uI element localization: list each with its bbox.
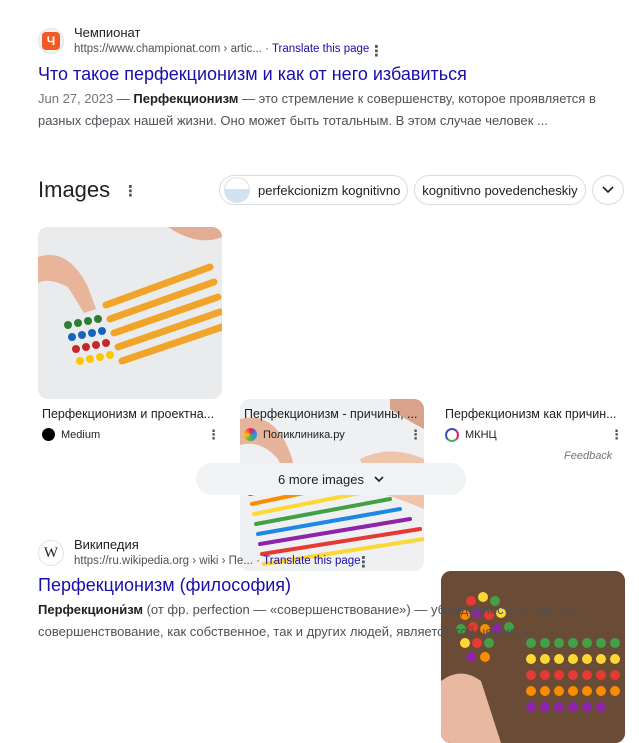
chip-label: kognitivno povedencheskiy — [422, 182, 578, 198]
image-card-2-more-icon[interactable]: ⋮ — [409, 428, 422, 441]
chip-kognitivno-povedencheskiy[interactable]: kognitivno povedencheskiy — [414, 175, 586, 205]
chips-scroll-button[interactable] — [592, 175, 624, 205]
more-images-button[interactable]: 6 more images — [196, 463, 466, 495]
result2-bold: Перфекциони́зм — [38, 602, 143, 617]
championat-logo-letter: Ч — [42, 32, 60, 50]
image-card-2-source[interactable]: Поликлиника.ру — [244, 428, 345, 441]
chip-thumbnail-icon — [224, 177, 250, 203]
image-card-2-title[interactable]: Перфекционизм - причины, ... — [244, 407, 420, 421]
result1-url[interactable]: https://www.championat.com › artic... — [74, 43, 262, 55]
championat-favicon: Ч — [38, 28, 64, 54]
more-images-label: 6 more images — [278, 471, 364, 487]
result2-snippet: Перфекциони́зм (от фр. perfection — «сов… — [38, 599, 598, 643]
result2-translate-link[interactable]: Translate this page — [263, 555, 360, 567]
result2-url-line: https://ru.wikipedia.org › wiki › Пе... … — [74, 555, 361, 567]
images-heading: Images — [38, 177, 111, 202]
mknc-logo-icon — [445, 428, 459, 442]
result1-dash: — — [113, 91, 134, 106]
result2-site-name: Википедия — [74, 537, 139, 552]
image-card-1-more-icon[interactable]: ⋮ — [207, 428, 220, 441]
result1-date: Jun 27, 2023 — [38, 91, 114, 106]
image-card-3-thumbnail[interactable] — [441, 571, 625, 743]
wikipedia-favicon: W — [38, 540, 64, 566]
candies-image — [441, 571, 625, 743]
image-card-3-more-icon[interactable]: ⋮ — [610, 428, 623, 441]
wikipedia-logo-letter: W — [43, 544, 59, 561]
chip-label: perfekcionizm kognitivno — [258, 182, 401, 198]
feedback-link[interactable]: Feedback — [564, 450, 612, 462]
image-card-1-title[interactable]: Перфекционизм и проектна... — [42, 407, 218, 421]
result2-more-options-icon[interactable]: ⋮ — [356, 555, 371, 570]
result1-url-line: https://www.championat.com › artic... · … — [74, 43, 370, 55]
result2-title-link[interactable]: Перфекционизм (философия) — [38, 575, 291, 596]
image-card-1-thumbnail[interactable] — [38, 227, 222, 399]
result1-more-options-icon[interactable]: ⋮ — [369, 44, 384, 59]
image-card-1-source[interactable]: Medium — [42, 428, 100, 441]
image-card-2-source-label: Поликлиника.ру — [263, 428, 345, 441]
image-card-3-title[interactable]: Перфекционизм как причин... — [445, 407, 621, 421]
medium-logo-icon — [42, 428, 55, 441]
images-more-options-icon[interactable]: ⋮ — [123, 184, 138, 199]
chevron-down-icon — [602, 186, 614, 194]
result1-bold: Перфекционизм — [133, 91, 239, 106]
image-card-3-source-label: МКНЦ — [465, 429, 497, 441]
pencils-pins-image — [38, 227, 222, 399]
result2-url[interactable]: https://ru.wikipedia.org › wiki › Пе... — [74, 555, 253, 567]
chip-perfekcionizm-kognitivno[interactable]: perfekcionizm kognitivno — [219, 175, 408, 205]
result1-snippet: Jun 27, 2023 — Перфекционизм — это стрем… — [38, 88, 598, 132]
result1-translate-link[interactable]: Translate this page — [272, 43, 369, 55]
image-card-3-source[interactable]: МКНЦ — [445, 428, 497, 442]
result1-title-link[interactable]: Что такое перфекционизм и как от него из… — [38, 64, 467, 85]
chevron-down-icon — [374, 475, 384, 482]
result1-site-name: Чемпионат — [74, 25, 141, 40]
image-card-1-source-label: Medium — [61, 428, 101, 441]
poliklinika-logo-icon — [244, 428, 257, 441]
